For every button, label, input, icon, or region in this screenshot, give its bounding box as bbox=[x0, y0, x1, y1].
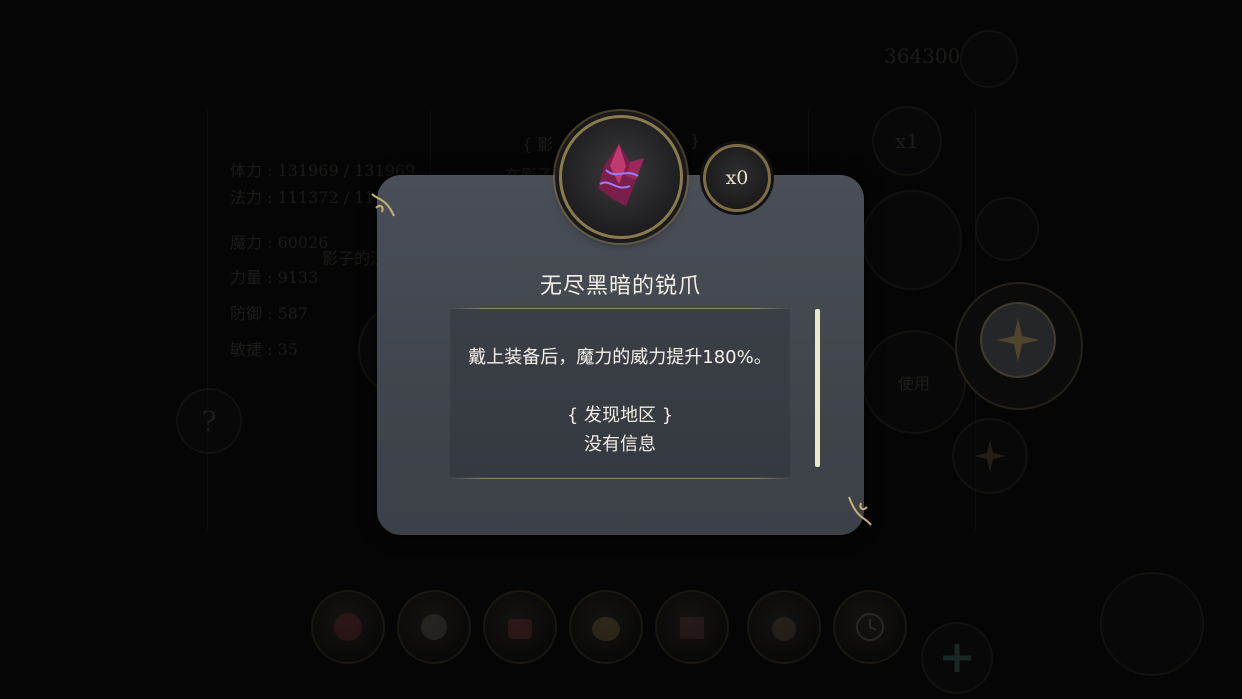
crystal-claw-icon bbox=[598, 144, 644, 206]
corner-ornament-icon bbox=[371, 193, 395, 217]
discovery-region-value: 没有信息 bbox=[584, 434, 656, 455]
item-icon-frame bbox=[559, 115, 683, 239]
discovery-region-label: { 发现地区 } bbox=[566, 405, 674, 426]
item-name: 无尽黑暗的锐爪 bbox=[539, 274, 701, 299]
description-scrollbar[interactable] bbox=[815, 309, 820, 467]
corner-ornament-icon bbox=[848, 496, 872, 526]
item-count-badge: x0 bbox=[703, 144, 771, 212]
item-description: 戴上装备后，魔力的威力提升180%。 bbox=[468, 347, 772, 368]
divider-bottom bbox=[450, 478, 790, 479]
